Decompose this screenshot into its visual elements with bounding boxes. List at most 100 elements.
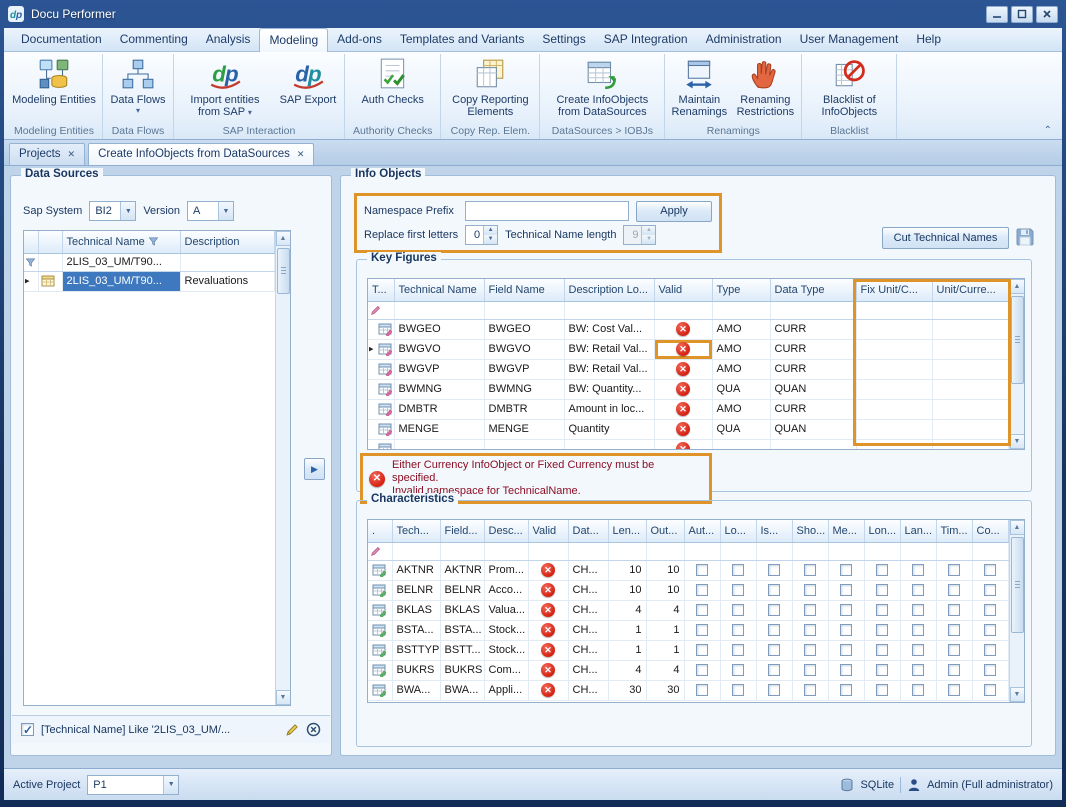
column-header[interactable]: Lo... — [720, 520, 756, 542]
checkbox[interactable] — [948, 684, 960, 696]
cut-technical-names-button[interactable]: Cut Technical Names — [882, 227, 1009, 249]
checkbox[interactable] — [696, 664, 708, 676]
column-header-data-type[interactable]: Dat... — [568, 520, 608, 542]
characteristic-row[interactable]: BUKRS BUKRS Com... CH... 4 4 — [368, 660, 1008, 680]
checkbox[interactable] — [768, 644, 780, 656]
checkbox[interactable] — [732, 584, 744, 596]
checkbox[interactable] — [804, 604, 816, 616]
checkbox[interactable] — [840, 684, 852, 696]
checkbox[interactable] — [732, 624, 744, 636]
checkbox[interactable] — [948, 564, 960, 576]
menu-tab[interactable]: Commenting — [111, 28, 197, 51]
ribbon-collapse-icon[interactable]: ⌃ — [1044, 125, 1052, 136]
menu-tab[interactable]: Analysis — [197, 28, 260, 51]
characteristic-row[interactable]: AKTNR AKTNR Prom... CH... 10 10 — [368, 560, 1008, 580]
copy-reporting-elements-button[interactable]: Copy Reporting Elements — [444, 55, 536, 118]
scrollbar-thumb[interactable] — [1011, 296, 1024, 384]
fix-unit-cell[interactable] — [856, 319, 932, 339]
menu-tab[interactable]: SAP Integration — [595, 28, 697, 51]
checkbox[interactable] — [732, 644, 744, 656]
minimize-button[interactable] — [986, 6, 1008, 23]
checkbox[interactable] — [804, 584, 816, 596]
checkbox[interactable] — [768, 624, 780, 636]
column-header-description[interactable]: Description Lo... — [564, 279, 654, 301]
create-infoobjects-button[interactable]: Create InfoObjects from DataSources — [543, 55, 661, 118]
replace-first-letters-spinner[interactable]: 0 ▲▼ — [465, 225, 498, 245]
characteristic-row[interactable]: BWA... BWA... Appli... CH... 30 30 — [368, 680, 1008, 700]
sap-system-select[interactable]: BI2 ▼ — [89, 201, 136, 221]
menu-tab[interactable]: Help — [907, 28, 950, 51]
unit-currency-cell[interactable] — [932, 379, 1008, 399]
checkbox[interactable] — [840, 644, 852, 656]
column-header[interactable]: Me... — [828, 520, 864, 542]
fix-unit-cell[interactable] — [856, 419, 932, 439]
spin-down-icon[interactable]: ▼ — [484, 235, 497, 244]
characteristic-row[interactable]: BELNR BELNR Acco... CH... 10 10 — [368, 580, 1008, 600]
checkbox[interactable] — [768, 584, 780, 596]
checkbox[interactable] — [912, 644, 924, 656]
checkbox[interactable] — [984, 684, 996, 696]
key-figure-row[interactable]: ▸ BWMNG BWMNG BW: Quantity... QUA QUAN — [368, 379, 1008, 399]
column-header[interactable]: Tim... — [936, 520, 972, 542]
key-figure-row[interactable]: ▸ BWGEO BWGEO BW: Cost Val... AMO CURR — [368, 319, 1008, 339]
vertical-scrollbar[interactable]: ▲ ▼ — [275, 231, 291, 705]
scroll-up-icon[interactable]: ▲ — [1010, 520, 1025, 535]
unit-currency-cell[interactable] — [932, 359, 1008, 379]
close-button[interactable] — [1036, 6, 1058, 23]
checkbox[interactable] — [948, 664, 960, 676]
menu-tab[interactable]: Administration — [697, 28, 791, 51]
checkbox[interactable] — [948, 604, 960, 616]
transfer-right-button[interactable]: ▶ — [304, 458, 325, 480]
checkbox[interactable] — [912, 624, 924, 636]
column-header-output[interactable]: Out... — [646, 520, 684, 542]
scroll-up-icon[interactable]: ▲ — [1010, 279, 1025, 294]
scrollbar-thumb[interactable] — [1011, 537, 1024, 633]
checkbox[interactable] — [768, 684, 780, 696]
column-header-description[interactable]: Description — [180, 231, 274, 253]
checkbox[interactable] — [912, 604, 924, 616]
checkbox[interactable] — [984, 624, 996, 636]
unit-currency-cell[interactable] — [932, 319, 1008, 339]
auto-filter-row[interactable] — [368, 542, 1008, 560]
checkbox[interactable] — [732, 604, 744, 616]
modeling-entities-button[interactable]: Modeling Entities — [10, 55, 98, 106]
column-header-valid[interactable]: Valid — [528, 520, 568, 542]
active-project-select[interactable]: P1 ▼ — [87, 775, 179, 795]
scrollbar-thumb[interactable] — [277, 248, 290, 294]
close-tab-icon[interactable]: ✕ — [68, 149, 76, 160]
checkbox[interactable] — [696, 604, 708, 616]
key-figure-row[interactable]: ▸ DMBTR DMBTR Amount in loc... AMO CURR — [368, 399, 1008, 419]
unit-currency-cell[interactable] — [932, 399, 1008, 419]
column-header-technical-name[interactable]: Technical Name — [394, 279, 484, 301]
checkbox[interactable] — [804, 644, 816, 656]
column-header-fix-unit[interactable]: Fix Unit/C... — [856, 279, 932, 301]
checkbox[interactable] — [732, 684, 744, 696]
checkbox[interactable] — [732, 564, 744, 576]
checkbox[interactable] — [840, 624, 852, 636]
checkbox[interactable] — [768, 664, 780, 676]
scroll-down-icon[interactable]: ▼ — [1010, 434, 1025, 449]
column-header[interactable]: Is... — [756, 520, 792, 542]
key-figure-row[interactable]: ▸ BWGVP BWGVP BW: Retail Val... AMO CURR — [368, 359, 1008, 379]
vertical-scrollbar[interactable]: ▲ ▼ — [1009, 520, 1025, 702]
filter-enabled-checkbox[interactable] — [21, 723, 34, 736]
spin-up-icon[interactable]: ▲ — [484, 226, 497, 235]
technical-name-filter-cell[interactable]: 2LIS_03_UM/T90... — [62, 253, 180, 271]
maximize-button[interactable] — [1011, 6, 1033, 23]
sap-export-button[interactable]: dp SAP Export — [275, 55, 341, 106]
data-source-row[interactable]: ▸ 2LIS_03_UM/T90... Revaluations — [24, 271, 274, 291]
checkbox[interactable] — [696, 644, 708, 656]
unit-currency-cell[interactable] — [932, 419, 1008, 439]
menu-tab[interactable]: Settings — [533, 28, 594, 51]
auth-checks-button[interactable]: Auth Checks — [351, 55, 435, 106]
chevron-down-icon[interactable]: ▼ — [120, 202, 135, 220]
maintain-renamings-button[interactable]: Maintain Renamings — [668, 55, 730, 118]
unit-currency-cell[interactable] — [932, 439, 1008, 450]
funnel-icon[interactable] — [148, 236, 159, 247]
checkbox[interactable] — [768, 604, 780, 616]
checkbox[interactable] — [732, 664, 744, 676]
characteristic-row[interactable]: BKLAS BKLAS Valua... CH... 4 4 — [368, 600, 1008, 620]
edit-filter-icon[interactable] — [285, 723, 299, 737]
menu-tab[interactable]: Add-ons — [328, 28, 391, 51]
checkbox[interactable] — [948, 644, 960, 656]
